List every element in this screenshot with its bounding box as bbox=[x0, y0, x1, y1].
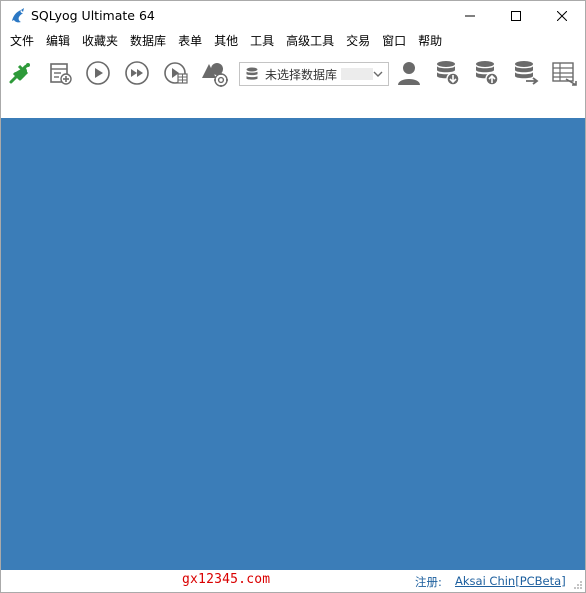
fast-forward-icon bbox=[125, 61, 149, 85]
status-bar: gx12345.com 注册: Aksai Chin[PCBeta] bbox=[1, 570, 585, 592]
execute-all-button[interactable] bbox=[122, 58, 152, 88]
table-import-icon bbox=[552, 62, 577, 86]
menu-transaction[interactable]: 交易 bbox=[340, 31, 376, 51]
import-table-button[interactable] bbox=[549, 58, 579, 88]
resize-grip-icon[interactable] bbox=[573, 580, 583, 590]
close-icon bbox=[557, 11, 567, 21]
registered-name-link[interactable]: Aksai Chin[PCBeta] bbox=[455, 574, 566, 588]
database-icon bbox=[246, 67, 258, 80]
title-bar[interactable]: SQLyog Ultimate 64 bbox=[1, 1, 585, 31]
watermark-text: gx12345.com bbox=[182, 572, 271, 587]
minimize-icon bbox=[465, 15, 475, 17]
play-icon bbox=[86, 61, 110, 85]
maximize-button[interactable] bbox=[493, 1, 539, 31]
menu-favorites[interactable]: 收藏夹 bbox=[76, 31, 124, 51]
app-window: SQLyog Ultimate 64 文件 编辑 收藏夹 数据库 表单 其他 工… bbox=[0, 0, 586, 593]
chevron-down-icon bbox=[373, 71, 383, 77]
execute-edit-button[interactable] bbox=[161, 58, 191, 88]
menu-tools[interactable]: 工具 bbox=[244, 31, 280, 51]
execute-query-button[interactable] bbox=[83, 58, 113, 88]
database-sync-icon bbox=[515, 61, 539, 85]
menu-database[interactable]: 数据库 bbox=[124, 31, 172, 51]
user-icon bbox=[398, 62, 420, 85]
menu-others[interactable]: 其他 bbox=[208, 31, 244, 51]
play-table-icon bbox=[164, 62, 188, 84]
shapes-gear-icon bbox=[202, 63, 228, 87]
database-upload-icon bbox=[476, 61, 499, 86]
menu-file[interactable]: 文件 bbox=[4, 31, 40, 51]
plug-connect-icon bbox=[9, 63, 30, 84]
database-select-value: 未选择数据库 bbox=[265, 67, 338, 82]
minimize-button[interactable] bbox=[447, 1, 493, 31]
blurred-region bbox=[341, 68, 374, 80]
menu-edit[interactable]: 编辑 bbox=[40, 31, 76, 51]
backup-database-button[interactable] bbox=[433, 58, 463, 88]
menu-bar: 文件 编辑 收藏夹 数据库 表单 其他 工具 高级工具 交易 窗口 帮助 bbox=[1, 31, 585, 51]
menu-help[interactable]: 帮助 bbox=[412, 31, 448, 51]
workspace-area bbox=[1, 118, 585, 570]
table-add-icon bbox=[50, 63, 72, 85]
database-select[interactable]: 未选择数据库 bbox=[239, 62, 389, 86]
maximize-icon bbox=[511, 11, 521, 21]
menu-table[interactable]: 表单 bbox=[172, 31, 208, 51]
user-manager-button[interactable] bbox=[394, 58, 424, 88]
close-button[interactable] bbox=[539, 1, 585, 31]
menu-window[interactable]: 窗口 bbox=[376, 31, 412, 51]
menu-powertools[interactable]: 高级工具 bbox=[280, 31, 340, 51]
window-title: SQLyog Ultimate 64 bbox=[31, 8, 155, 23]
database-sync-button[interactable] bbox=[511, 58, 541, 88]
new-query-button[interactable] bbox=[45, 58, 75, 88]
toolbar: 未选择数据库 bbox=[1, 52, 585, 94]
restore-database-button[interactable] bbox=[472, 58, 502, 88]
registered-label: 注册: bbox=[415, 575, 442, 589]
database-download-icon bbox=[437, 61, 460, 86]
new-connection-button[interactable] bbox=[5, 58, 35, 88]
schema-designer-button[interactable] bbox=[200, 58, 230, 88]
dolphin-icon bbox=[12, 8, 24, 23]
